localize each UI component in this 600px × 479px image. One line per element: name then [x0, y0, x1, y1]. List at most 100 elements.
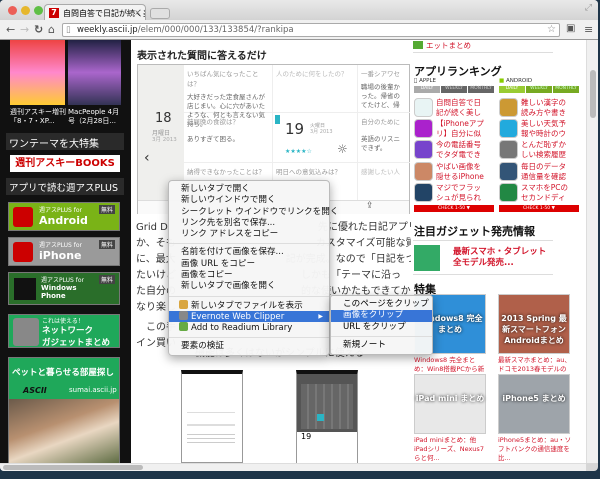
menu-item-add-to-readium[interactable]: Add to Readium Library [169, 322, 329, 333]
menu-item-copy-image[interactable]: 画像をコピー [169, 270, 329, 281]
share-icon[interactable]: ⇪ [366, 201, 374, 211]
selected-day-cell[interactable]: 19 火曜日 3月 2013 ★★★★☆ ☼ [273, 113, 358, 163]
forward-icon[interactable]: → [20, 23, 29, 36]
bookmark-star-icon[interactable]: ☆ [547, 24, 556, 35]
gadget-link[interactable]: 最新スマホ・タブレット全モデル発売... [453, 247, 553, 269]
menu-separator [169, 243, 329, 245]
submenu-item-clip-url[interactable]: URL をクリップ [331, 322, 432, 333]
ranking-item[interactable]: 美しい天気予報や時計のウィジェ... [499, 119, 571, 139]
scroll-thumb[interactable] [3, 465, 143, 470]
menu-item-copy-image-url[interactable]: 画像 URL をコピー [169, 259, 329, 270]
iphone-banner[interactable]: 週アスPLUS for iPhone 無料 [8, 237, 120, 266]
check-more-button[interactable]: CHECK 1-50 ▼ [499, 205, 579, 212]
magazine-cover[interactable] [10, 40, 65, 105]
submenu-item-clip-page[interactable]: このページをクリップ [331, 299, 432, 310]
vertical-scrollbar[interactable] [586, 40, 598, 463]
app-icon [14, 278, 36, 300]
ranking-item-title: やばい画像を隠せるiPhoneアプ... [436, 161, 484, 181]
ranking-item[interactable]: とんだ恥ずかしい検索履歴もサッ... [499, 140, 571, 160]
tab-monthly[interactable]: MONTHLY [468, 86, 494, 93]
new-tab-button[interactable] [150, 8, 170, 19]
back-icon[interactable]: ← [6, 23, 15, 36]
phone-screenshot[interactable] [181, 370, 243, 463]
check-more-button[interactable]: CHECK 1-50 ▼ [414, 205, 494, 212]
android-banner[interactable]: 週アスPLUS for Android 無料 [8, 202, 120, 231]
horizontal-scrollbar[interactable] [0, 463, 586, 471]
cover-caption[interactable]: 週刊アスキー増刊「8・7・XP... [10, 108, 66, 126]
feature-caption: iPhone5まとめ：au・ソフトバンクの通信速度を比... [498, 436, 572, 462]
ranking-item[interactable]: 自問自答で日記が続く美しいiPh... [414, 98, 486, 118]
ranking-item[interactable]: マジでフラッシュが見られるiPa... [414, 182, 486, 203]
ranking-item[interactable]: 【iPhoneアプリ】自分に似てる... [414, 119, 486, 139]
tab-weekly[interactable]: WEEKLY [441, 86, 467, 93]
reload-icon[interactable]: ↻ [34, 23, 43, 36]
fullscreen-icon[interactable]: ⤢ [585, 3, 592, 13]
zoom-window-button[interactable] [34, 6, 43, 15]
question-cell: いちばん気になったことは？ 大好きだった定食屋さんが店じまい。心に穴があいたような… [184, 65, 273, 128]
feature-item[interactable]: 2013 Spring 最新スマートフォン Androidまとめ 最新スマホまとめ… [498, 294, 572, 383]
feature-item[interactable]: iPad mini まとめ iPad miniまとめ：他iPadシリーズ、Nexu… [414, 374, 488, 463]
question-cell: 感謝したい人 [361, 168, 400, 176]
chevron-left-icon[interactable]: ‹ [144, 150, 150, 166]
phone-screenshot[interactable]: 19 [296, 370, 358, 463]
submenu-item-clip-image[interactable]: 画像をクリップ [331, 310, 432, 322]
menu-item-show-file-new-tab[interactable]: 新しいタブでファイルを表示 [169, 299, 329, 311]
gadget-title: 注目ガジェット発売情報 [414, 225, 535, 238]
ranking-item-title: 今の電話番号でタダ電できるiPh... [436, 140, 481, 160]
menu-item-copy-link-address[interactable]: リンク アドレスをコピー [169, 229, 329, 240]
cat-dog-photo [9, 399, 119, 463]
minimize-window-button[interactable] [21, 6, 30, 15]
ranking-item[interactable]: 今の電話番号でタダ電できるiPh... [414, 140, 486, 160]
tab-weekly[interactable]: WEEKLY [526, 86, 552, 93]
network-gadget-banner[interactable]: これは使える！ ネットワーク ガジェットまとめ [8, 314, 120, 348]
menu-item-open-incognito[interactable]: シークレット ウインドウでリンクを開く [169, 207, 338, 218]
tab-daily[interactable]: DAILY [414, 86, 440, 93]
menu-item-label: 画像をコピー [181, 270, 233, 281]
submenu-item-new-note[interactable]: 新規ノート [331, 340, 432, 351]
ranking-item-title: 毎日のデータ通信量を確認できる... [521, 161, 566, 181]
divider [413, 240, 553, 241]
add-to-readium-icon [179, 322, 188, 332]
feature-item[interactable]: iPhone5 まとめ iPhone5まとめ：au・ソフトバンクの通信速度を比..… [498, 374, 572, 463]
menu-item-label: シークレット ウインドウでリンクを開く [181, 206, 339, 217]
scroll-thumb[interactable] [590, 70, 596, 118]
app-icon [414, 161, 433, 181]
menu-item-evernote-web-clipper[interactable]: Evernote Web Clipper ▶ [169, 310, 329, 323]
menu-item-label: リンク アドレスをコピー [181, 229, 279, 240]
menu-item-open-new-tab[interactable]: 新しいタブで開く [169, 184, 329, 195]
camera-image [13, 318, 39, 346]
menu-item-save-link-as[interactable]: リンク先を別名で保存... [169, 218, 329, 229]
link[interactable]: エットまとめ [426, 41, 471, 51]
menu-separator [169, 295, 329, 297]
tab-daily[interactable]: DAILY [499, 86, 525, 93]
ranking-item-title: 自問自答で日記が続く美しいiPh... [436, 98, 481, 117]
home-icon[interactable]: ⌂ [48, 23, 55, 36]
tab-close-icon[interactable]: × [134, 8, 141, 17]
magazine-cover[interactable] [68, 40, 121, 105]
menu-item-open-new-window[interactable]: 新しいウインドウで開く [169, 195, 329, 206]
left-sidebar: 週刊アスキー増刊「8・7・XP... MacPeople 4月号（2月28日..… [0, 40, 131, 463]
windows-phone-banner[interactable]: 週アスPLUS for Windows Phone 無料 [8, 272, 120, 305]
ranking-item[interactable]: 毎日のデータ通信量を確認できる... [499, 161, 571, 182]
apple-ranking:  APPLE DAILY WEEKLY MONTHLY [414, 78, 494, 93]
menu-item-save-image-as[interactable]: 名前を付けて画像を保存... [169, 247, 329, 258]
menu-icon[interactable]: ≡ [584, 23, 593, 36]
evernote-extension-icon[interactable]: ▣ [566, 23, 575, 34]
menu-item-label: Evernote Web Clipper [191, 311, 285, 322]
menu-item-open-image-new-tab[interactable]: 新しいタブで画像を開く [169, 281, 329, 292]
close-window-button[interactable] [8, 6, 17, 15]
ranking-item[interactable]: 難しい漢字の読み方や書き順が調... [499, 98, 571, 118]
cover-caption[interactable]: MacPeople 4月号（2月28日... [68, 108, 124, 126]
tab-monthly[interactable]: MONTHLY [553, 86, 579, 93]
pet-ad-banner[interactable]: ペットと暮らせる部屋探し ASCII sumai.ascii.jp [8, 357, 120, 463]
section-heading: アプリで読む週アスPLUS [6, 178, 124, 195]
address-bar[interactable]: ▯ weekly.ascii.jp/elem/000/000/133/13385… [62, 23, 560, 37]
question-cell: 自分のために 英語のリスニできず。 [358, 113, 410, 163]
books-banner[interactable]: 週刊アスキーBOOKS [10, 155, 120, 172]
menu-item-label: Add to Readium Library [191, 323, 293, 334]
ranking-item[interactable]: スマホをPCのセカンドディスプ... [499, 182, 571, 203]
ranking-item[interactable]: やばい画像を隠せるiPhoneアプ... [414, 161, 486, 182]
sun-icon: ☼ [337, 142, 348, 156]
browser-tab[interactable]: 7 自問自答で日記が続く美しい × [44, 4, 146, 21]
menu-item-inspect-element[interactable]: 要素の検証 [169, 341, 329, 352]
